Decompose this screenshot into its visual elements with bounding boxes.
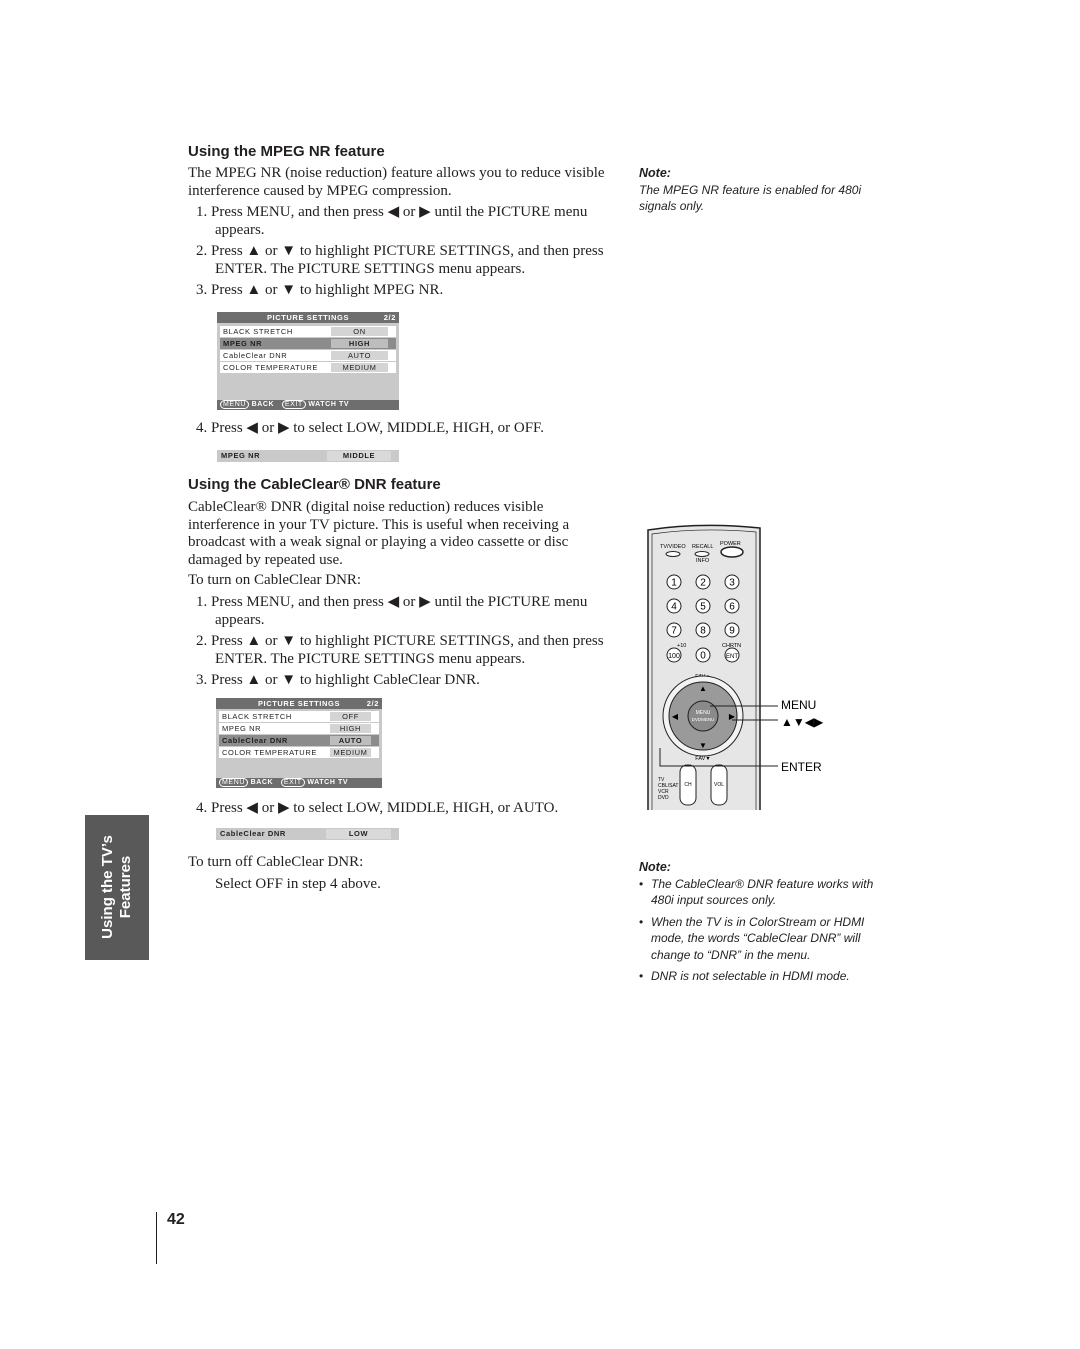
- dnr-step-2: 2. Press ▲ or ▼ to highlight PICTURE SET…: [196, 633, 604, 667]
- dnr-step-3: 3. Press ▲ or ▼ to highlight CableClear …: [196, 672, 480, 688]
- svg-text:VOL: VOL: [714, 782, 724, 788]
- section-heading-cableclear: Using the CableClear® DNR feature: [188, 476, 441, 493]
- dnr-turn-off: To turn off CableClear DNR:: [188, 854, 364, 870]
- svg-text:◀: ◀: [672, 712, 679, 721]
- page-number-rule: [156, 1212, 157, 1264]
- menu-row: COLOR TEMPERATURE MEDIUM: [220, 362, 396, 373]
- digit-label: 2: [700, 578, 706, 589]
- svg-text:ENT: ENT: [726, 654, 738, 660]
- callout-enter: ENTER: [781, 760, 822, 774]
- menu-row-highlighted: MPEG NR HIGH: [220, 338, 396, 349]
- digit-label: 9: [729, 626, 735, 637]
- dnr-intro: CableClear® DNR (digital noise reduction…: [188, 499, 570, 568]
- svg-text:+10: +10: [677, 643, 686, 649]
- dnr-turn-on: To turn on CableClear DNR:: [188, 572, 362, 588]
- note-bullet: DNR is not selectable in HDMI mode.: [639, 968, 876, 985]
- digit-label: 0: [700, 651, 706, 662]
- menu-footer: MENU BACK EXIT WATCH TV: [217, 400, 399, 410]
- digit-label: 7: [671, 626, 677, 637]
- dnr-turn-off-step: Select OFF in step 4 above.: [215, 876, 381, 892]
- picture-settings-menu-dnr: PICTURE SETTINGS 2/2 BLACK STRETCH OFF MPE…: [216, 698, 382, 788]
- mpeg-step-1: 1. Press MENU, and then press ◀ or ▶ unt…: [196, 204, 588, 238]
- menu-row: MPEG NR HIGH: [219, 723, 379, 734]
- menu-footer: MENU BACK EXIT WATCH TV: [216, 778, 382, 788]
- info-label: INFO: [696, 558, 710, 564]
- menu-row: BLACK STRETCH OFF: [219, 711, 379, 722]
- callout-arrows: ▲▼◀▶: [781, 715, 824, 729]
- mpeg-nr-bar: MPEG NR MIDDLE: [217, 450, 399, 462]
- menu-row: COLOR TEMPERATURE MEDIUM: [219, 747, 379, 758]
- digit-label: 5: [700, 602, 706, 613]
- svg-text:DVDMENU: DVDMENU: [692, 717, 715, 722]
- note-text: The MPEG NR feature is enabled for 480i …: [639, 182, 862, 214]
- manual-page: { "mpeg":{ "heading":"Using the MPEG NR …: [0, 0, 1080, 1349]
- svg-text:FAV▼: FAV▼: [695, 756, 710, 762]
- dnr-note: Note: The CableClear® DNR feature works …: [639, 859, 876, 990]
- remote-control-illustration: TV/VIDEO RECALL POWER INFO 1 2 3 4 5 6 7 8 9 0 +1…: [647, 524, 824, 810]
- cableclear-dnr-bar: CableClear DNR LOW: [216, 828, 399, 840]
- note-bullet: When the TV is in ColorStream or HDMI mo…: [639, 914, 876, 964]
- note-title: Note:: [639, 166, 671, 180]
- menu-title: PICTURE SETTINGS: [266, 313, 350, 322]
- power-button: [720, 546, 744, 558]
- recall-button: [694, 551, 710, 557]
- note-title: Note:: [639, 860, 671, 874]
- side-tab-line1: Using the TV’s: [99, 835, 116, 939]
- section-heading-mpeg-nr: Using the MPEG NR feature: [188, 143, 385, 160]
- mpeg-step-3: 3. Press ▲ or ▼ to highlight MPEG NR.: [196, 282, 444, 298]
- dnr-step-1: 1. Press MENU, and then press ◀ or ▶ unt…: [196, 594, 588, 628]
- side-tab: Using the TV’s Features: [85, 815, 149, 960]
- dnr-step-4: 4. Press ◀ or ▶ to select LOW, MIDDLE, H…: [196, 800, 559, 816]
- mpeg-step-2: 2. Press ▲ or ▼ to highlight PICTURE SET…: [196, 243, 604, 277]
- side-tab-line2: Features: [117, 855, 134, 919]
- digit-label: 1: [671, 578, 677, 589]
- tvvideo-button: [665, 551, 681, 557]
- svg-text:▲: ▲: [699, 684, 707, 693]
- menu-row: CableClear DNR AUTO: [220, 350, 396, 361]
- callout-menu: MENU: [781, 698, 816, 712]
- menu-row-highlighted: CableClear DNR AUTO: [219, 735, 379, 746]
- svg-text:DVD: DVD: [658, 795, 669, 801]
- recall-label: RECALL: [692, 544, 713, 550]
- svg-text:▼: ▼: [699, 741, 707, 750]
- digit-label: 3: [729, 578, 735, 589]
- svg-text:CH: CH: [684, 782, 692, 788]
- menu-row: BLACK STRETCH ON: [220, 326, 396, 337]
- svg-text:MENU: MENU: [696, 710, 711, 716]
- digit-label: 6: [729, 602, 735, 613]
- digit-label: 4: [671, 602, 677, 613]
- picture-settings-menu-mpeg: PICTURE SETTINGS 2/2 BLACK STRETCH ON MPEG…: [217, 312, 399, 410]
- page-number: 42: [167, 1211, 185, 1228]
- mpeg-intro: The MPEG NR (noise reduction) feature al…: [188, 165, 605, 199]
- mpeg-step-4: 4. Press ◀ or ▶ to select LOW, MIDDLE, H…: [196, 420, 544, 436]
- power-label: POWER: [720, 541, 741, 547]
- tvvideo-label: TV/VIDEO: [660, 544, 686, 550]
- menu-page: 2/2: [383, 313, 396, 322]
- mpeg-note: Note: The MPEG NR feature is enabled for…: [639, 165, 869, 215]
- digit-label: 8: [700, 626, 706, 637]
- svg-text:100: 100: [668, 653, 680, 660]
- note-bullet: The CableClear® DNR feature works with 4…: [639, 876, 876, 909]
